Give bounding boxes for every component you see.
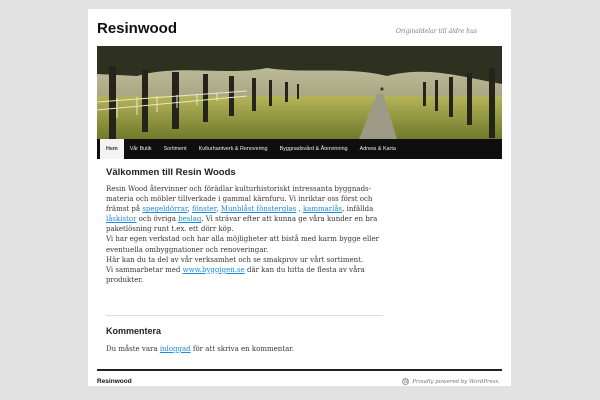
nav-item-byggnadsvard[interactable]: Byggnadsvård & Återvinning [274, 139, 354, 159]
post-text: där kan du hitta de flesta av våra [244, 265, 365, 274]
site-tagline: Originaldelar till äldre hus [395, 28, 477, 35]
post-line: produkter. [106, 275, 144, 284]
spegeldorrar-link[interactable]: spegeldörrar [142, 205, 187, 213]
wordpress-icon: W [402, 378, 410, 385]
munblast-fonsterglas-link[interactable]: Munblåst fönsterglas [221, 205, 296, 213]
kammarlas-link[interactable]: kammarlås [303, 205, 342, 213]
beslag-link[interactable]: beslag [178, 215, 201, 223]
comments-login-note: Du måste vara inloggad för att skriva en… [106, 345, 294, 353]
nav-item-adress-karta[interactable]: Adress & Karta [354, 139, 402, 159]
nav-item-kulturhantverk[interactable]: Kulturhantverk & Renovering [193, 139, 274, 159]
login-link[interactable]: inloggad [160, 345, 191, 353]
laskistor-link[interactable]: låskistor [106, 215, 136, 223]
post-line: låskistor och övriga beslag. Vi strävar … [106, 214, 383, 224]
post-line: paketlösning runt t.ex. ett dörr köp. [106, 225, 234, 234]
post-content: Välkommen till Resin Woods Resin Wood åt… [106, 167, 383, 285]
page-container: Resinwood Originaldelar till äldre hus H… [88, 9, 511, 386]
post-text: och övriga [136, 215, 179, 224]
footer-credit[interactable]: W Proudly powered by WordPress. [402, 378, 500, 385]
site-title[interactable]: Resinwood [97, 20, 177, 37]
footer-divider [97, 369, 502, 371]
post-line: främst på spegeldörrar, fönster, Munblås… [106, 204, 383, 214]
fonster-link[interactable]: fönster [192, 205, 216, 213]
post-text: , infällda [342, 205, 374, 214]
post-text: Vi sammarbetar med [106, 265, 183, 274]
post-text: främst på [106, 205, 143, 214]
post-text: , [296, 205, 303, 214]
comments-title: Kommentera [106, 326, 162, 336]
footer-credit-text[interactable]: Proudly powered by WordPress. [412, 379, 500, 385]
post-body: Resin Wood återvinner och förädlar kultu… [106, 184, 383, 285]
post-line: materia och möbler tillverkade i gammal … [106, 195, 373, 204]
nav-item-hem[interactable]: Hem [100, 139, 124, 159]
post-line: Vi sammarbetar med www.byggigen.se där k… [106, 265, 383, 275]
nav-item-var-butik[interactable]: Vår Butik [124, 139, 158, 159]
post-line: eventuella ombyggnationer och renovering… [106, 245, 269, 254]
post-line: Vi har egen verkstad och har alla möjlig… [106, 235, 379, 244]
comments-text: för att skriva en kommentar. [190, 345, 295, 353]
post-line: Resin Wood återvinner och förädlar kultu… [106, 185, 372, 193]
footer-site-title[interactable]: Resinwood [97, 378, 132, 385]
post-title: Välkommen till Resin Woods [106, 167, 236, 178]
header-banner-image [97, 46, 502, 139]
main-navigation: Hem Vår Butik Sortiment Kulturhantverk &… [97, 139, 502, 159]
nav-item-sortiment[interactable]: Sortiment [158, 139, 193, 159]
comments-text: Du måste vara [106, 345, 160, 353]
byggigen-link[interactable]: www.byggigen.se [183, 266, 245, 274]
post-line: Här kan du ta del av vår verksamhet och … [106, 255, 364, 264]
post-text: . Vi strävar efter att kunna ge våra kun… [201, 215, 378, 224]
content-divider [106, 315, 383, 316]
